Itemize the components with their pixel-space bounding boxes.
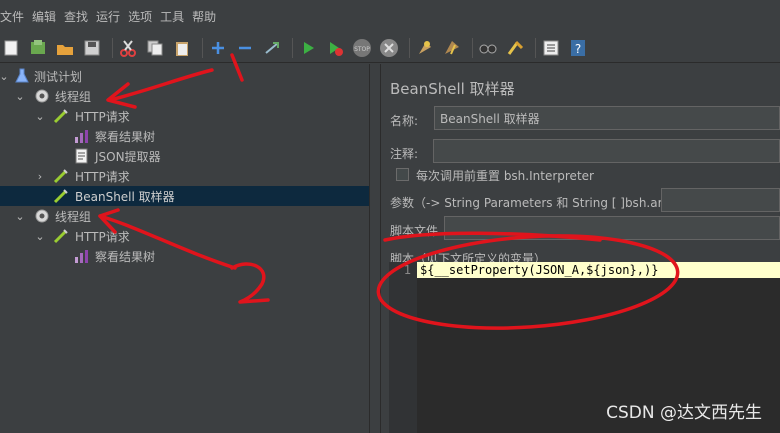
open-icon[interactable] bbox=[54, 37, 76, 59]
toolbar-separator bbox=[112, 37, 113, 58]
clear-icon[interactable] bbox=[414, 37, 436, 59]
tree-label-thread-group-1: 线程组 bbox=[55, 89, 92, 104]
menu-search[interactable]: 查找 bbox=[64, 8, 92, 25]
tree-node-thread-group-2[interactable]: ⌄ 线程组 bbox=[0, 206, 369, 226]
cut-icon[interactable] bbox=[117, 37, 139, 59]
svg-text:?: ? bbox=[575, 42, 581, 56]
menu-edit[interactable]: 编辑 bbox=[32, 8, 60, 25]
pipette-icon bbox=[53, 169, 68, 184]
toolbar-separator bbox=[292, 37, 293, 58]
search-icon[interactable] bbox=[477, 37, 499, 59]
tree-node-beanshell-sampler[interactable]: BeanShell 取样器 bbox=[0, 186, 369, 206]
tree-node-json-extractor[interactable]: JSON提取器 bbox=[0, 146, 369, 166]
menu-run[interactable]: 运行 bbox=[96, 8, 124, 25]
toolbar-separator bbox=[409, 37, 410, 58]
shutdown-icon[interactable] bbox=[378, 37, 400, 59]
menu-options[interactable]: 选项 bbox=[128, 8, 156, 25]
toolbar-separator bbox=[472, 37, 473, 58]
form-title: BeanShell 取样器 bbox=[390, 80, 515, 98]
reset-interpreter-label: 每次调用前重置 bsh.Interpreter bbox=[416, 169, 594, 183]
watermark: CSDN @达文西先生 bbox=[606, 403, 762, 423]
chevron-down-icon[interactable]: ⌄ bbox=[14, 210, 26, 223]
line-number: 1 bbox=[403, 263, 411, 277]
toolbar-separator bbox=[202, 37, 203, 58]
tree-node-http-request-2[interactable]: › HTTP请求 bbox=[0, 166, 369, 186]
tree-label-test-plan: 测试计划 bbox=[34, 69, 83, 84]
code-line-highlight: ${__setProperty(JSON_A,${json},)} bbox=[417, 262, 780, 278]
script-code[interactable]: ${__setProperty(JSON_A,${json},)} bbox=[420, 263, 658, 277]
document-icon bbox=[75, 148, 88, 164]
tree-label-view-results-tree-2: 察看结果树 bbox=[95, 249, 156, 264]
toolbar: STOP ? bbox=[0, 33, 780, 63]
tree-label-thread-group-2: 线程组 bbox=[55, 209, 92, 224]
tree-node-thread-group-1[interactable]: ⌄ 线程组 bbox=[0, 86, 369, 106]
tree-node-view-results-tree-2[interactable]: 察看结果树 bbox=[0, 246, 369, 266]
reset-interpreter-checkbox[interactable] bbox=[396, 168, 409, 181]
menu-help[interactable]: 帮助 bbox=[192, 8, 220, 25]
gear-icon bbox=[35, 209, 49, 223]
start-icon[interactable] bbox=[297, 37, 319, 59]
pipette-icon bbox=[53, 189, 68, 204]
tree-label-json-extractor: JSON提取器 bbox=[95, 149, 161, 164]
tree-node-test-plan[interactable]: ⌄ 测试计划 bbox=[0, 66, 369, 86]
stop-icon[interactable]: STOP bbox=[351, 37, 373, 59]
tree-node-http-request-1[interactable]: ⌄ HTTP请求 bbox=[0, 106, 369, 126]
toggle-icon[interactable] bbox=[261, 37, 283, 59]
function-helper-icon[interactable] bbox=[540, 37, 562, 59]
start-no-pause-icon[interactable] bbox=[324, 37, 346, 59]
chart-icon bbox=[75, 130, 88, 143]
test-plan-tree: ⌄ 测试计划 ⌄ 线程组 ⌄ HTTP请求 察看结果树 JSON提取器 › HT… bbox=[0, 64, 369, 433]
chart-icon bbox=[75, 250, 88, 263]
paste-icon[interactable] bbox=[171, 37, 193, 59]
menu-file[interactable]: 文件 bbox=[0, 8, 28, 25]
menu-bar: 文件 编辑 查找 运行 选项 工具 帮助 bbox=[0, 0, 780, 33]
menu-tools[interactable]: 工具 bbox=[160, 8, 188, 25]
parameters-input[interactable] bbox=[661, 188, 780, 212]
tree-label-view-results-tree-1: 察看结果树 bbox=[95, 129, 156, 144]
tree-label-http-request-2: HTTP请求 bbox=[75, 169, 130, 184]
svg-text:STOP: STOP bbox=[354, 46, 370, 53]
line-gutter: 1 bbox=[389, 262, 417, 433]
panel-splitter[interactable] bbox=[369, 64, 381, 433]
chevron-down-icon[interactable]: ⌄ bbox=[14, 90, 26, 103]
chevron-down-icon[interactable]: ⌄ bbox=[0, 70, 10, 83]
templates-icon[interactable] bbox=[27, 37, 49, 59]
tree-label-beanshell-sampler: BeanShell 取样器 bbox=[75, 189, 175, 204]
name-input[interactable] bbox=[434, 106, 780, 130]
gear-icon bbox=[35, 89, 49, 103]
parameters-label: 参数（-> String Parameters 和 String [ ]bsh.… bbox=[390, 196, 689, 210]
tree-node-view-results-tree-1[interactable]: 察看结果树 bbox=[0, 126, 369, 146]
help-icon[interactable]: ? bbox=[567, 37, 589, 59]
expand-icon[interactable] bbox=[207, 37, 229, 59]
chevron-down-icon[interactable]: ⌄ bbox=[34, 110, 46, 123]
tree-label-http-request-3: HTTP请求 bbox=[75, 229, 130, 244]
pipette-icon bbox=[53, 109, 68, 124]
pipette-icon bbox=[53, 229, 68, 244]
chevron-down-icon[interactable]: ⌄ bbox=[34, 230, 46, 243]
script-file-label: 脚本文件 bbox=[390, 224, 439, 238]
tree-label-http-request-1: HTTP请求 bbox=[75, 109, 130, 124]
beanshell-sampler-form: BeanShell 取样器 名称: 注释: 每次调用前重置 bsh.Interp… bbox=[381, 64, 780, 433]
toolbar-separator bbox=[535, 37, 536, 58]
reset-search-icon[interactable] bbox=[504, 37, 526, 59]
clear-all-icon[interactable] bbox=[441, 37, 463, 59]
comments-input[interactable] bbox=[433, 139, 780, 163]
name-label: 名称: bbox=[390, 114, 419, 128]
script-file-input[interactable] bbox=[444, 216, 780, 240]
tree-node-http-request-3[interactable]: ⌄ HTTP请求 bbox=[0, 226, 369, 246]
flask-icon bbox=[15, 68, 29, 83]
save-icon[interactable] bbox=[81, 37, 103, 59]
collapse-icon[interactable] bbox=[234, 37, 256, 59]
copy-icon[interactable] bbox=[144, 37, 166, 59]
chevron-right-icon[interactable]: › bbox=[34, 170, 46, 183]
new-icon[interactable] bbox=[0, 37, 22, 59]
comments-label: 注释: bbox=[390, 147, 419, 161]
